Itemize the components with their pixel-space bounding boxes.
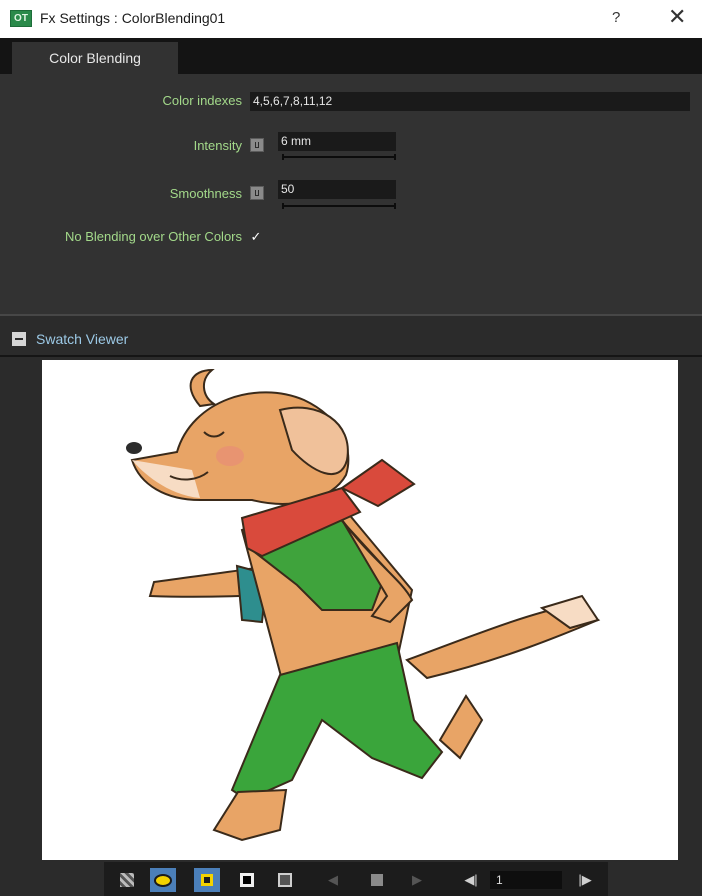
intensity-slider[interactable] bbox=[282, 154, 396, 160]
smoothness-slider[interactable] bbox=[282, 203, 396, 209]
preview-toggle-button[interactable] bbox=[150, 868, 176, 892]
next-frame-button[interactable]: |▶ bbox=[572, 868, 598, 892]
step-back-icon: ◀| bbox=[464, 872, 478, 887]
intensity-input[interactable]: 6 mm bbox=[278, 132, 396, 151]
window-titlebar: OT Fx Settings : ColorBlending01 ? ✕ bbox=[0, 0, 702, 38]
close-button[interactable]: ✕ bbox=[668, 4, 686, 30]
arrow-right-icon: ▶ bbox=[412, 872, 422, 887]
viewer-toolbar: ◀ ▶ ◀| 1 |▶ bbox=[0, 862, 702, 896]
scarf-tail bbox=[340, 458, 416, 508]
help-button[interactable]: ? bbox=[612, 9, 620, 26]
arrow-left-icon: ◀ bbox=[328, 872, 338, 887]
app-icon: OT bbox=[10, 10, 32, 27]
black-bg-button[interactable] bbox=[234, 868, 260, 892]
cheek-blush bbox=[216, 446, 244, 466]
square-yellow-icon bbox=[201, 874, 213, 886]
minus-icon[interactable] bbox=[12, 332, 26, 346]
frame-input[interactable]: 1 bbox=[490, 871, 562, 889]
hair-tuft bbox=[189, 368, 217, 408]
swatch-viewer-title: Swatch Viewer bbox=[36, 331, 129, 347]
front-foot bbox=[212, 788, 288, 842]
no-blending-label: No Blending over Other Colors bbox=[64, 229, 242, 244]
nose bbox=[126, 442, 142, 454]
tab-color-blending[interactable]: Color Blending bbox=[12, 42, 178, 74]
pants bbox=[230, 641, 444, 802]
square-black-icon bbox=[240, 873, 254, 887]
settings-panel: Color indexes 4,5,6,7,8,11,12 Intensity … bbox=[0, 74, 702, 314]
character-illustration bbox=[126, 368, 601, 842]
next-key-button[interactable]: ▶ bbox=[404, 868, 430, 892]
prev-key-button[interactable]: ◀ bbox=[320, 868, 346, 892]
camera-box-button[interactable] bbox=[194, 868, 220, 892]
back-foot bbox=[438, 694, 484, 760]
checkerboard-icon bbox=[120, 873, 134, 887]
keyframe-toggle-button[interactable] bbox=[364, 868, 390, 892]
swatch-viewer-canvas[interactable] bbox=[42, 360, 678, 860]
square-outline-icon bbox=[278, 873, 292, 887]
tab-bar: Color Blending bbox=[0, 38, 702, 74]
divider bbox=[0, 314, 702, 316]
no-blending-checkbox[interactable]: ✓ bbox=[249, 230, 263, 244]
color-indexes-label: Color indexes bbox=[162, 93, 243, 108]
smoothness-label: Smoothness bbox=[169, 186, 242, 201]
color-indexes-input[interactable]: 4,5,6,7,8,11,12 bbox=[250, 92, 690, 111]
eye-icon bbox=[154, 873, 172, 887]
section-separator bbox=[0, 355, 702, 357]
step-forward-icon: |▶ bbox=[578, 872, 592, 887]
prev-frame-button[interactable]: ◀| bbox=[458, 868, 484, 892]
checkerboard-bg-button[interactable] bbox=[114, 868, 140, 892]
key-icon bbox=[371, 874, 383, 886]
window-title: Fx Settings : ColorBlending01 bbox=[40, 10, 226, 26]
smoothness-input[interactable]: 50 bbox=[278, 180, 396, 199]
keyframe-icon[interactable] bbox=[250, 138, 264, 152]
toolbar-group: ◀ ▶ ◀| 1 |▶ bbox=[104, 862, 608, 896]
swatch-viewer-header: Swatch Viewer bbox=[0, 318, 702, 358]
intensity-label: Intensity bbox=[193, 138, 242, 153]
keyframe-icon[interactable] bbox=[250, 186, 264, 200]
white-bg-button[interactable] bbox=[272, 868, 298, 892]
